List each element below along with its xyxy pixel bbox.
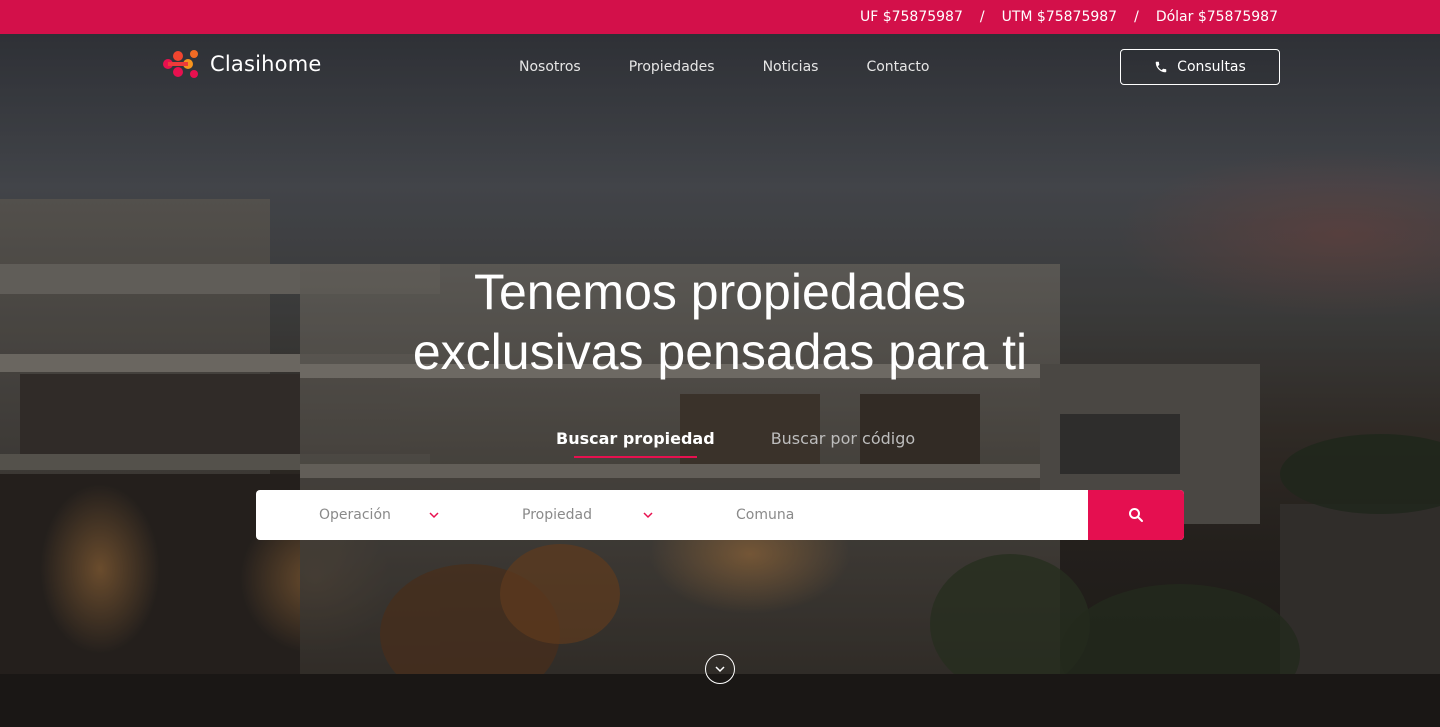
rate-utm: UTM $75875987 — [1001, 9, 1118, 25]
comuna-placeholder: Comuna — [736, 507, 795, 523]
operation-select[interactable]: Operación — [256, 490, 459, 540]
rate-separator: / — [1134, 9, 1139, 25]
rate-separator: / — [979, 9, 985, 25]
phone-icon — [1155, 61, 1167, 73]
property-search-bar: Operación Propiedad Comuna — [256, 490, 1184, 540]
rate-dolar: Dólar $75875987 — [1155, 9, 1278, 25]
rate-uf: UF $75875987 — [859, 9, 963, 25]
rates-list: UF $75875987 / UTM $75875987 / Dólar $75… — [860, 9, 1278, 25]
logo[interactable]: Clasihome — [160, 48, 321, 80]
chevron-down-icon — [429, 512, 439, 519]
tab-buscar-por-codigo[interactable]: Buscar por código — [771, 429, 915, 454]
scroll-down-button[interactable] — [705, 654, 735, 684]
operation-placeholder: Operación — [319, 507, 391, 523]
hero-headline: Tenemos propiedades exclusivas pensadas … — [0, 262, 1440, 382]
chevron-down-circle-icon — [715, 666, 725, 673]
nav-item-propiedades[interactable]: Propiedades — [629, 59, 715, 75]
comuna-input[interactable]: Comuna — [673, 490, 1088, 540]
consultas-label: Consultas — [1177, 59, 1246, 75]
clasihome-logo-icon — [160, 48, 204, 80]
search-icon — [1129, 508, 1143, 522]
consultas-button[interactable]: Consultas — [1120, 49, 1280, 85]
brand-name: Clasihome — [210, 52, 322, 76]
tab-buscar-propiedad[interactable]: Buscar propiedad — [556, 429, 715, 458]
hero-section: Clasihome Nosotros Propiedades Noticias … — [0, 34, 1440, 727]
nav-item-nosotros[interactable]: Nosotros — [519, 59, 581, 75]
search-button[interactable] — [1088, 490, 1184, 540]
chevron-down-icon — [643, 512, 653, 519]
headline-line-1: Tenemos propiedades — [474, 264, 966, 320]
property-type-select[interactable]: Propiedad — [459, 490, 673, 540]
nav-item-noticias[interactable]: Noticias — [763, 59, 819, 75]
rates-bar: UF $75875987 / UTM $75875987 / Dólar $75… — [0, 0, 1440, 34]
property-placeholder: Propiedad — [522, 507, 592, 523]
nav-item-contacto[interactable]: Contacto — [866, 59, 929, 75]
main-nav: Nosotros Propiedades Noticias Contacto — [519, 59, 930, 75]
headline-line-2: exclusivas pensadas para ti — [412, 324, 1028, 380]
search-tabs: Buscar propiedad Buscar por código — [556, 429, 915, 458]
